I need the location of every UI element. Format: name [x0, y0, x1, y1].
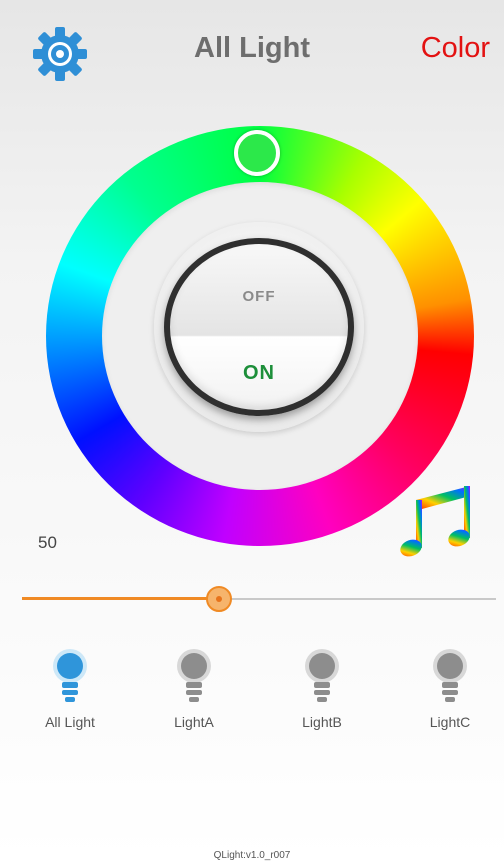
- light-item-label: LightA: [174, 714, 214, 730]
- power-switch-housing: OFF ON: [154, 222, 364, 432]
- power-switch-button[interactable]: OFF ON: [164, 238, 354, 416]
- light-item-lightc[interactable]: LightC: [400, 648, 500, 730]
- app-header: All Light Color: [0, 0, 504, 95]
- bulb-icon: [433, 649, 467, 702]
- light-item-label: All Light: [45, 714, 95, 730]
- color-mode-button[interactable]: Color: [421, 32, 490, 65]
- light-item-all[interactable]: All Light: [20, 648, 120, 730]
- bulb-icon: [305, 649, 339, 702]
- light-item-label: LightC: [429, 714, 471, 730]
- light-selector: All Light LightA LightB LightC: [0, 648, 504, 748]
- brightness-value: 50: [38, 533, 57, 552]
- light-item-label: LightB: [302, 714, 342, 730]
- light-item-lightb[interactable]: LightB: [272, 648, 372, 730]
- light-item-lighta[interactable]: LightA: [144, 648, 244, 730]
- slider-thumb[interactable]: [205, 586, 232, 612]
- on-label: ON: [243, 362, 275, 384]
- music-note-icon[interactable]: [398, 482, 474, 560]
- version-text: QLight:v1.0_r007: [213, 850, 291, 861]
- bulb-icon: [177, 649, 211, 702]
- bulb-icon: [53, 649, 87, 702]
- off-label: OFF: [242, 288, 276, 305]
- color-picker-knob[interactable]: [234, 130, 280, 176]
- brightness-slider[interactable]: [22, 586, 496, 612]
- slider-fill: [22, 597, 219, 600]
